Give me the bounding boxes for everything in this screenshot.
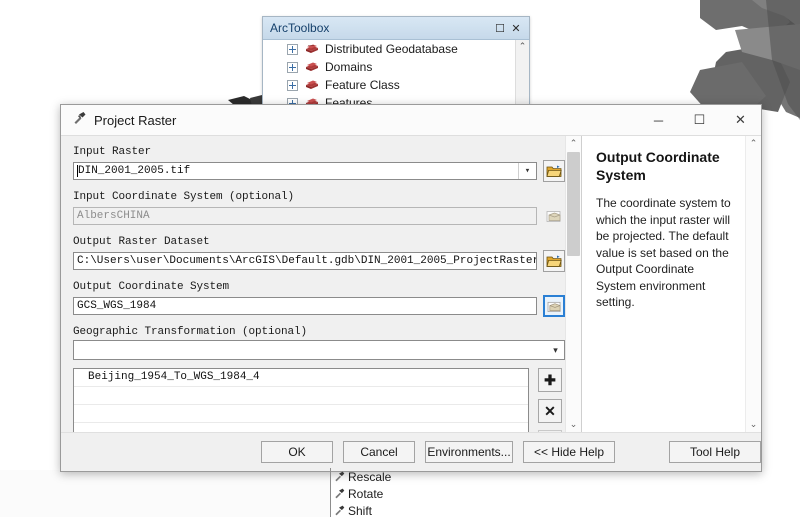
dialog-title: Project Raster	[94, 113, 638, 128]
tool-list-item-label: Shift	[348, 504, 372, 517]
scroll-up-icon[interactable]: ⌃	[566, 136, 581, 151]
minimize-icon[interactable]: ─	[638, 105, 679, 135]
input-coordinate-system-row: AlbersCHINA	[73, 205, 565, 227]
parameters-scrollbar[interactable]: ⌃ ⌄	[565, 136, 581, 432]
scroll-down-icon[interactable]: ⌄	[566, 417, 581, 432]
scroll-down-icon[interactable]: ⌄	[746, 417, 761, 432]
hammer-icon	[71, 110, 87, 131]
close-icon[interactable]: ✕	[720, 105, 761, 135]
tool-list-item[interactable]: Rescale	[330, 468, 526, 485]
input-raster-value: DIN_2001_2005.tif	[78, 165, 190, 177]
screen: ArcToolbox ☐ ✕ Distributed Geodatabase	[0, 0, 800, 517]
help-pane: Output Coordinate System The coordinate …	[581, 136, 761, 432]
list-item-empty[interactable]	[74, 423, 528, 432]
tool-help-button[interactable]: Tool Help	[669, 441, 761, 463]
toolbox-icon	[304, 78, 320, 92]
input-raster-input[interactable]: DIN_2001_2005.tif ▾	[73, 162, 537, 180]
toolbox-tree-item[interactable]: Distributed Geodatabase	[263, 40, 529, 58]
arctoolbox-scrollbar[interactable]: ⌃	[515, 40, 529, 109]
transformation-list-row: Beijing_1954_To_WGS_1984_4 ✚ ✕ ⬆ ⬇	[73, 368, 565, 432]
project-raster-dialog[interactable]: Project Raster ─ ☐ ✕ Input Raster DIN_20…	[60, 104, 762, 472]
tool-list-item-label: Rotate	[348, 487, 383, 501]
output-coordinate-system-value: GCS_WGS_1984	[77, 300, 156, 312]
list-item-empty[interactable]	[74, 405, 528, 423]
output-raster-dataset-input[interactable]: C:\Users\user\Documents\ArcGIS\Default.g…	[73, 252, 537, 270]
hide-help-button[interactable]: << Hide Help	[523, 441, 615, 463]
cancel-button[interactable]: Cancel	[343, 441, 415, 463]
help-body: The coordinate system to which the input…	[596, 195, 733, 311]
input-coordinate-system-browse-button[interactable]	[543, 205, 565, 227]
toolbox-tree-item-label: Feature Class	[325, 78, 400, 92]
remove-transformation-button[interactable]: ✕	[538, 399, 562, 423]
list-item[interactable]: Beijing_1954_To_WGS_1984_4	[74, 369, 528, 387]
move-up-button[interactable]: ⬆	[538, 430, 562, 432]
expand-plus-icon[interactable]	[287, 62, 298, 73]
hammer-icon	[330, 504, 348, 517]
expand-plus-icon[interactable]	[287, 80, 298, 91]
chevron-down-icon[interactable]: ▾	[518, 163, 536, 179]
tool-list-item[interactable]: Shift	[330, 502, 526, 517]
dialog-footer: OK Cancel Environments... << Hide Help T…	[61, 432, 761, 471]
output-raster-dataset-row: C:\Users\user\Documents\ArcGIS\Default.g…	[73, 250, 565, 272]
help-heading: Output Coordinate System	[596, 149, 733, 184]
scrollbar-thumb[interactable]	[567, 152, 580, 256]
ok-button[interactable]: OK	[261, 441, 333, 463]
list-item-empty[interactable]	[74, 387, 528, 405]
arctoolbox-tree[interactable]: Distributed Geodatabase Domains	[263, 40, 529, 109]
close-icon[interactable]: ✕	[508, 20, 524, 36]
toolbox-tree-item-label: Domains	[325, 60, 372, 74]
input-coordinate-system-label: Input Coordinate System (optional)	[73, 191, 565, 203]
output-raster-dataset-value: C:\Users\user\Documents\ArcGIS\Default.g…	[77, 255, 537, 267]
input-coordinate-system-input: AlbersCHINA	[73, 207, 537, 225]
arctoolbox-title: ArcToolbox	[270, 21, 492, 35]
tree-divider	[330, 468, 331, 517]
background-tool-list[interactable]: Rescale Rotate Shift	[330, 468, 526, 517]
input-raster-row: DIN_2001_2005.tif ▾	[73, 160, 565, 182]
dialog-title-bar[interactable]: Project Raster ─ ☐ ✕	[61, 105, 761, 135]
toolbox-icon	[304, 60, 320, 74]
dialog-body: Input Raster DIN_2001_2005.tif ▾	[61, 135, 761, 432]
geographic-transformation-combo[interactable]: ▾	[73, 340, 565, 360]
geographic-transformation-label: Geographic Transformation (optional)	[73, 326, 565, 338]
output-raster-dataset-browse-button[interactable]	[543, 250, 565, 272]
environments-button[interactable]: Environments...	[425, 441, 513, 463]
hammer-icon	[330, 487, 348, 500]
restore-icon[interactable]: ☐	[492, 20, 508, 36]
toolbox-icon	[304, 42, 320, 56]
output-raster-dataset-label: Output Raster Dataset	[73, 236, 565, 248]
arctoolbox-title-bar[interactable]: ArcToolbox ☐ ✕	[263, 17, 529, 40]
scroll-up-icon[interactable]: ⌃	[516, 40, 529, 53]
scroll-up-icon[interactable]: ⌃	[746, 136, 761, 151]
toolbox-tree-item-label: Distributed Geodatabase	[325, 42, 458, 56]
toolbox-tree-item[interactable]: Feature Class	[263, 76, 529, 94]
expand-plus-icon[interactable]	[287, 44, 298, 55]
input-coordinate-system-value: AlbersCHINA	[77, 210, 150, 222]
output-coordinate-system-row: GCS_WGS_1984	[73, 295, 565, 317]
toolbox-tree-item[interactable]: Domains	[263, 58, 529, 76]
hammer-icon	[330, 470, 348, 483]
input-raster-label: Input Raster	[73, 146, 565, 158]
parameters-pane: Input Raster DIN_2001_2005.tif ▾	[61, 136, 581, 432]
input-raster-browse-button[interactable]	[543, 160, 565, 182]
transformation-list-tools: ✚ ✕ ⬆ ⬇	[535, 368, 565, 432]
help-scrollbar[interactable]: ⌃ ⌄	[745, 136, 761, 432]
tool-list-item-label: Rescale	[348, 470, 391, 484]
arctoolbox-window[interactable]: ArcToolbox ☐ ✕ Distributed Geodatabase	[262, 16, 530, 110]
maximize-icon[interactable]: ☐	[679, 105, 720, 135]
transformation-list[interactable]: Beijing_1954_To_WGS_1984_4	[73, 368, 529, 432]
output-coordinate-system-input[interactable]: GCS_WGS_1984	[73, 297, 537, 315]
tool-list-item[interactable]: Rotate	[330, 485, 526, 502]
output-coordinate-system-browse-button[interactable]	[543, 295, 565, 317]
output-coordinate-system-label: Output Coordinate System	[73, 281, 565, 293]
add-transformation-button[interactable]: ✚	[538, 368, 562, 392]
chevron-down-icon[interactable]: ▾	[547, 341, 564, 359]
